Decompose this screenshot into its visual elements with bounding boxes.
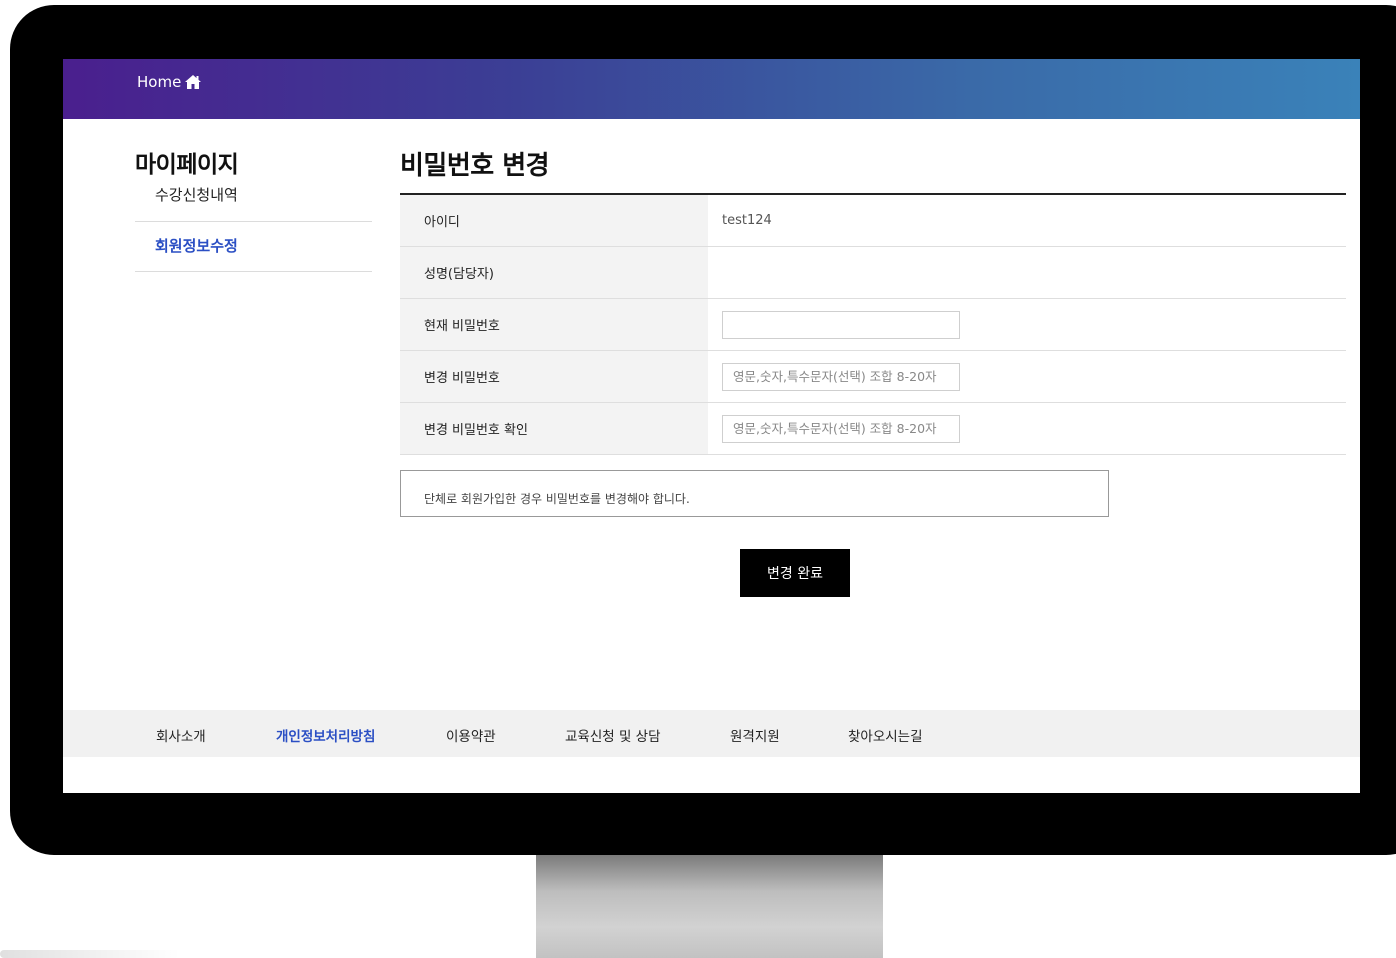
row-label: 아이디 (400, 195, 708, 246)
user-id-value: test124 (722, 213, 772, 228)
footer-link-education-consulting[interactable]: 교육신청 및 상담 (565, 725, 661, 745)
floor-shadow (0, 950, 180, 958)
home-label: Home (137, 73, 182, 91)
group-signup-notice: 단체로 회원가입한 경우 비밀번호를 변경해야 합니다. (400, 470, 1109, 517)
name-value (708, 247, 1346, 298)
sidebar-item-label: 수강신청내역 (155, 186, 238, 204)
new-password-input[interactable] (722, 362, 960, 391)
sidebar-item-course-history[interactable]: 수강신청내역 (135, 179, 372, 222)
page-title: 비밀번호 변경 (400, 151, 550, 181)
footer-link-terms[interactable]: 이용약관 (446, 725, 496, 745)
monitor-stand (536, 855, 883, 958)
footer-link-company[interactable]: 회사소개 (156, 725, 206, 745)
form-row-name: 성명(담당자) (400, 247, 1346, 299)
top-navigation-bar: Home (63, 59, 1360, 119)
row-label: 변경 비밀번호 확인 (400, 403, 708, 454)
screen: Home 마이페이지 수강신청내역 회원정보수정 비밀번호 변경 아이디 tes… (63, 59, 1360, 793)
submit-change-button[interactable]: 변경 완료 (740, 549, 850, 597)
footer-links-bar: 회사소개 개인정보처리방침 이용약관 교육신청 및 상담 원격지원 찾아오시는길 (63, 710, 1360, 757)
footer-link-directions[interactable]: 찾아오시는길 (848, 725, 923, 745)
current-password-input[interactable] (722, 310, 960, 339)
sidebar-title: 마이페이지 (135, 152, 239, 178)
row-label: 변경 비밀번호 (400, 351, 708, 402)
sidebar-item-edit-member-info[interactable]: 회원정보수정 (135, 222, 372, 272)
form-row-user-id: 아이디 test124 (400, 195, 1346, 247)
footer-link-privacy-policy[interactable]: 개인정보처리방침 (276, 725, 375, 745)
footer-link-remote-support[interactable]: 원격지원 (730, 725, 780, 745)
sidebar-item-label: 회원정보수정 (155, 237, 238, 255)
confirm-password-input[interactable] (722, 414, 960, 443)
form-row-confirm-password: 변경 비밀번호 확인 (400, 403, 1346, 455)
row-label: 성명(담당자) (400, 247, 708, 298)
form-row-current-password: 현재 비밀번호 (400, 299, 1346, 351)
home-link[interactable]: Home (137, 73, 202, 91)
row-label: 현재 비밀번호 (400, 299, 708, 350)
form-row-new-password: 변경 비밀번호 (400, 351, 1346, 403)
house-icon (184, 74, 202, 90)
password-form-table: 아이디 test124 성명(담당자) 현재 비밀번호 변경 비밀번호 변경 비… (400, 193, 1346, 455)
